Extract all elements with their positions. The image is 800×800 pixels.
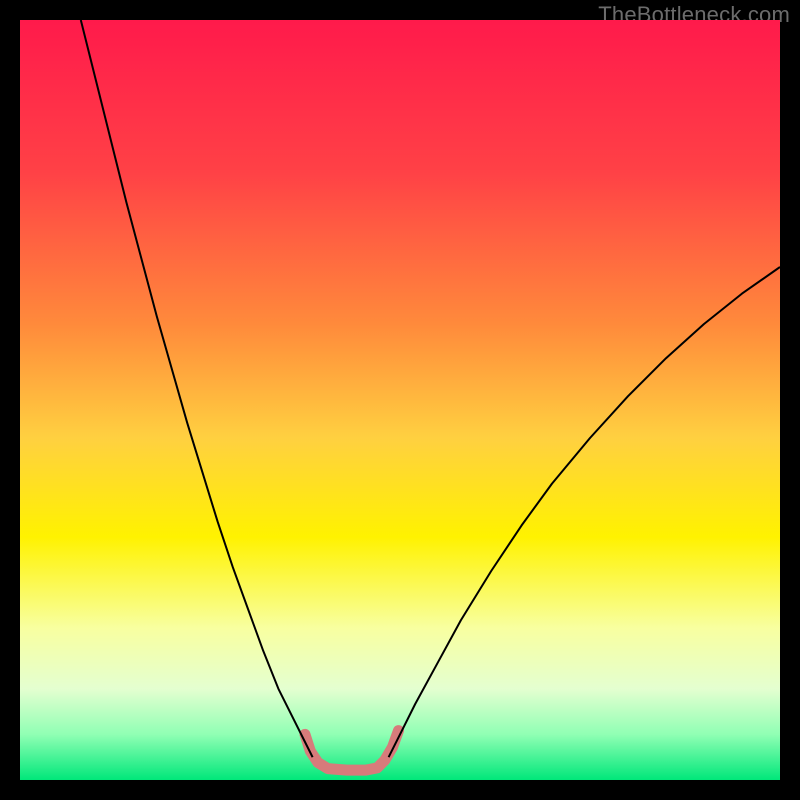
chart-background (20, 20, 780, 780)
bottleneck-chart (20, 20, 780, 780)
chart-frame (20, 20, 780, 780)
